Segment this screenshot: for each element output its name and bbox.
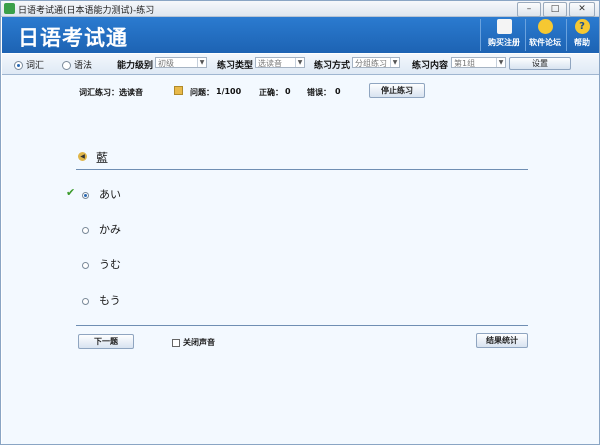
app-window: 日语考试通(日本语能力测试)-练习 – □ ✕ 日语考试通 购买注册 软件论坛 … bbox=[0, 0, 600, 445]
radio-unselected-icon bbox=[62, 61, 71, 70]
divider bbox=[76, 325, 528, 326]
practice-method-value: 分组练习 bbox=[355, 59, 387, 68]
radio-unselected-icon bbox=[82, 261, 89, 269]
question-label: 问题： bbox=[190, 88, 214, 97]
app-icon bbox=[4, 3, 15, 14]
header-separator bbox=[525, 19, 526, 51]
result-stats-button[interactable]: 结果统计 bbox=[476, 333, 528, 348]
radio-unselected-icon bbox=[82, 297, 89, 305]
practice-type-label: 练习类型 bbox=[217, 61, 254, 71]
answer-option-label: うむ bbox=[99, 258, 121, 271]
register-button[interactable]: 购买注册 bbox=[486, 19, 522, 51]
practice-method-select[interactable]: 分组练习 ▼ bbox=[352, 57, 400, 68]
chevron-down-icon: ▼ bbox=[390, 58, 399, 67]
practice-type-value: 选读音 bbox=[258, 59, 282, 68]
practice-type-select[interactable]: 选读音 ▼ bbox=[255, 57, 305, 68]
mode-grammar-radio[interactable]: 语法 bbox=[62, 58, 92, 71]
practice-mode-text: 词汇练习：选读音 bbox=[79, 88, 143, 97]
mute-checkbox[interactable]: 关闭声音 bbox=[172, 337, 215, 348]
level-select-value: 初级 bbox=[158, 59, 174, 68]
wrong-label: 错误： bbox=[307, 88, 331, 97]
settings-button[interactable]: 设置 bbox=[509, 57, 571, 70]
forum-button[interactable]: 软件论坛 bbox=[527, 19, 563, 51]
practice-content-label: 练习内容 bbox=[412, 61, 449, 71]
practice-panel: 词汇练习：选读音 问题： 1/100 正确： 0 错误： 0 停止练习 ◀ 藍 … bbox=[2, 75, 599, 444]
mute-label: 关闭声音 bbox=[183, 338, 215, 347]
practice-content-select[interactable]: 第1组 ▼ bbox=[451, 57, 506, 68]
chevron-down-icon: ▼ bbox=[496, 58, 505, 67]
help-button[interactable]: ? 帮助 bbox=[569, 19, 595, 51]
radio-selected-icon bbox=[82, 191, 89, 199]
answer-option[interactable]: もう bbox=[82, 292, 121, 308]
close-button[interactable]: ✕ bbox=[569, 2, 595, 17]
minimize-button[interactable]: – bbox=[517, 2, 541, 17]
checkbox-icon bbox=[172, 338, 180, 347]
answer-option-label: かみ bbox=[99, 223, 121, 236]
mode-grammar-label: 语法 bbox=[74, 61, 93, 71]
register-label: 购买注册 bbox=[488, 38, 520, 47]
question-icon bbox=[174, 86, 183, 95]
chevron-down-icon: ▼ bbox=[295, 58, 304, 67]
forum-icon bbox=[537, 19, 553, 34]
answer-option-label: あい bbox=[99, 188, 121, 201]
level-select[interactable]: 初级 ▼ bbox=[155, 57, 207, 68]
title-bar: 日语考试通(日本语能力测试)-练习 – □ ✕ bbox=[1, 1, 599, 17]
speaker-icon[interactable]: ◀ bbox=[78, 152, 87, 161]
radio-unselected-icon bbox=[82, 226, 89, 234]
divider bbox=[76, 169, 528, 170]
header-separator bbox=[566, 19, 567, 51]
answer-option[interactable]: あい bbox=[82, 186, 121, 202]
next-question-button[interactable]: 下一题 bbox=[78, 334, 134, 349]
level-label: 能力级别 bbox=[117, 61, 154, 71]
help-label: 帮助 bbox=[574, 38, 590, 47]
header-banner: 日语考试通 购买注册 软件论坛 ? 帮助 bbox=[2, 17, 599, 53]
window-controls: – □ ✕ bbox=[517, 2, 595, 17]
options-toolbar: 词汇 语法 能力级别 初级 ▼ 练习类型 选读音 ▼ 练习方式 分组练习 ▼ 练… bbox=[2, 54, 599, 75]
answer-option[interactable]: かみ bbox=[82, 221, 121, 237]
stop-practice-button[interactable]: 停止练习 bbox=[369, 83, 425, 98]
window-title: 日语考试通(日本语能力测试)-练习 bbox=[18, 6, 155, 16]
practice-content-value: 第1组 bbox=[454, 59, 476, 68]
maximize-button[interactable]: □ bbox=[543, 2, 567, 17]
answer-option-label: もう bbox=[99, 294, 121, 307]
practice-method-label: 练习方式 bbox=[314, 61, 351, 71]
question-counter: 1/100 bbox=[216, 87, 242, 96]
radio-selected-icon bbox=[14, 61, 23, 70]
question-word: 藍 bbox=[96, 151, 109, 165]
correct-label: 正确： bbox=[259, 88, 283, 97]
register-icon bbox=[496, 19, 512, 34]
header-separator bbox=[480, 19, 481, 51]
checkmark-icon: ✔ bbox=[66, 186, 76, 199]
mode-vocab-label: 词汇 bbox=[26, 61, 45, 71]
mode-vocab-radio[interactable]: 词汇 bbox=[14, 58, 44, 71]
chevron-down-icon: ▼ bbox=[197, 58, 206, 67]
forum-label: 软件论坛 bbox=[529, 38, 561, 47]
app-title: 日语考试通 bbox=[18, 26, 128, 50]
help-icon: ? bbox=[574, 19, 590, 34]
correct-count: 0 bbox=[285, 87, 291, 96]
answer-option[interactable]: うむ bbox=[82, 256, 121, 272]
wrong-count: 0 bbox=[335, 87, 341, 96]
